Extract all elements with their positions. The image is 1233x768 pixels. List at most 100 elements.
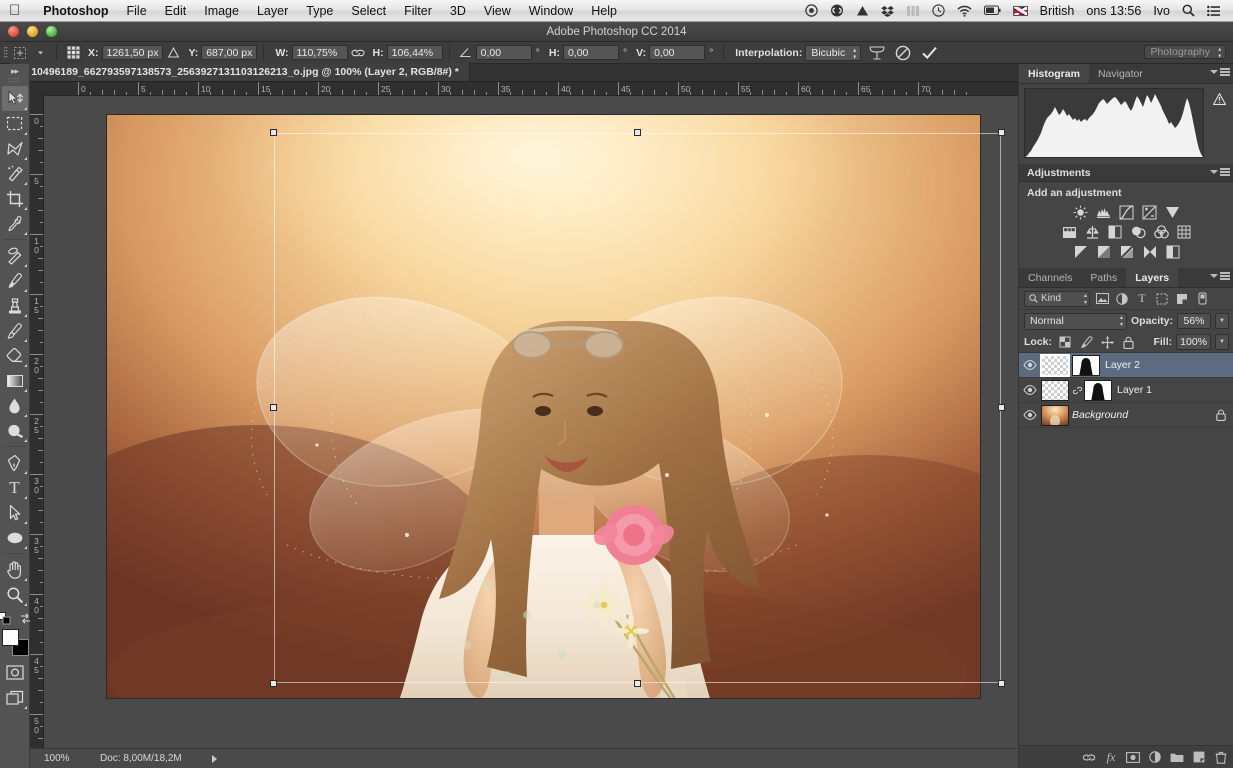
layer-mask-link-icon[interactable] — [1072, 385, 1082, 396]
marquee-tool[interactable] — [2, 111, 28, 136]
menu-filter[interactable]: Filter — [395, 4, 441, 18]
gradient-tool[interactable] — [2, 368, 28, 393]
menu-type[interactable]: Type — [297, 4, 342, 18]
new-group-icon[interactable] — [1170, 752, 1184, 763]
angle-icon[interactable] — [456, 44, 476, 62]
levels-adjustment-icon[interactable] — [1095, 204, 1113, 220]
tab-paths[interactable]: Paths — [1081, 268, 1126, 287]
search-icon[interactable] — [1176, 4, 1201, 17]
layer-visibility-toggle[interactable] — [1019, 360, 1041, 370]
tab-histogram[interactable]: Histogram — [1019, 64, 1089, 83]
google-drive-icon[interactable] — [850, 5, 875, 17]
quick-mask-button[interactable] — [2, 660, 28, 685]
keyboard-layout-label[interactable]: British — [1034, 4, 1081, 18]
layer-mask-thumbnail[interactable] — [1072, 354, 1100, 376]
filter-smart-object-icon[interactable] — [1174, 291, 1190, 307]
layer-visibility-toggle[interactable] — [1019, 385, 1041, 395]
brush-tool[interactable] — [2, 268, 28, 293]
panel-menu-icon[interactable] — [1210, 68, 1230, 76]
swap-colors-icon[interactable] — [19, 612, 32, 625]
dodge-tool[interactable] — [2, 418, 28, 443]
dropbox-icon[interactable] — [875, 5, 900, 17]
vertical-ruler[interactable]: 0 5 10 15 20 25 30 35 40 45 50 — [30, 96, 44, 748]
menu-select[interactable]: Select — [342, 4, 395, 18]
reference-point-icon[interactable] — [63, 44, 83, 62]
curves-adjustment-icon[interactable] — [1118, 204, 1136, 220]
eyedropper-tool[interactable] — [2, 211, 28, 236]
user-name[interactable]: Ivo — [1147, 4, 1176, 18]
clock[interactable]: ons 13:56 — [1080, 4, 1147, 18]
gradient-map-adjustment-icon[interactable] — [1141, 244, 1159, 260]
default-colors-icon[interactable] — [0, 612, 11, 625]
sliders-icon[interactable] — [900, 5, 926, 17]
layer-thumbnail[interactable] — [1040, 353, 1070, 377]
path-selection-tool[interactable] — [2, 500, 28, 525]
canvas-scroll-area[interactable]: ivo PHOTOGRAPHY — [44, 96, 1018, 748]
menu-window[interactable]: Window — [520, 4, 582, 18]
threshold-adjustment-icon[interactable] — [1118, 244, 1136, 260]
new-adjustment-layer-icon[interactable] — [1148, 751, 1162, 763]
menu-file[interactable]: File — [118, 4, 156, 18]
ruler-corner[interactable] — [30, 82, 44, 96]
move-tool[interactable] — [1, 86, 28, 111]
angle-field[interactable]: 0,00 — [475, 45, 532, 60]
cached-data-warning-icon[interactable] — [1213, 93, 1226, 105]
layer-name[interactable]: Layer 1 — [1117, 384, 1152, 396]
posterize-adjustment-icon[interactable] — [1095, 244, 1113, 260]
adjustments-title[interactable]: Adjustments — [1027, 167, 1091, 179]
apple-icon[interactable]:  — [9, 3, 20, 18]
tool-preset-dropdown[interactable] — [30, 44, 50, 62]
warp-mode-icon[interactable] — [867, 44, 887, 62]
brightness-contrast-adjustment-icon[interactable] — [1072, 204, 1090, 220]
bottom-right-handle[interactable] — [998, 680, 1005, 687]
pen-tool[interactable] — [2, 450, 28, 475]
ellipse-tool[interactable] — [2, 525, 28, 550]
h-field[interactable]: 106,44% — [386, 45, 443, 60]
opacity-field[interactable]: 56% — [1177, 313, 1211, 329]
layer-filter-kind-dropdown[interactable]: Kind — [1024, 290, 1090, 307]
invert-adjustment-icon[interactable] — [1072, 244, 1090, 260]
document-tab[interactable]: ✕ 10496189_662793597138573_2563927131103… — [10, 63, 470, 81]
link-layers-icon[interactable] — [1082, 752, 1096, 763]
fill-stepper[interactable]: ▼ — [1215, 334, 1229, 350]
tab-navigator[interactable]: Navigator — [1089, 64, 1152, 83]
filter-adjustment-icon[interactable] — [1114, 291, 1130, 307]
layer-visibility-toggle[interactable] — [1019, 410, 1041, 420]
options-bar-grip[interactable] — [0, 42, 10, 64]
opacity-stepper[interactable]: ▼ — [1215, 313, 1229, 329]
hue-saturation-adjustment-icon[interactable] — [1060, 224, 1078, 240]
battery-icon[interactable] — [978, 5, 1007, 16]
photo-filter-adjustment-icon[interactable] — [1129, 224, 1147, 240]
color-lookup-adjustment-icon[interactable] — [1175, 224, 1193, 240]
top-right-handle[interactable] — [998, 129, 1005, 136]
menu-view[interactable]: View — [475, 4, 520, 18]
spot-healing-tool[interactable] — [2, 243, 28, 268]
lock-all-icon[interactable] — [1120, 334, 1136, 350]
delta-icon[interactable] — [163, 44, 183, 62]
history-brush-tool[interactable] — [2, 318, 28, 343]
eraser-tool[interactable] — [2, 343, 28, 368]
black-white-adjustment-icon[interactable] — [1106, 224, 1124, 240]
zoom-tool[interactable] — [2, 582, 28, 607]
layer-name[interactable]: Background — [1072, 409, 1128, 421]
color-swatches[interactable] — [1, 628, 29, 656]
tab-channels[interactable]: Channels — [1019, 268, 1081, 287]
lock-image-pixels-icon[interactable] — [1078, 334, 1094, 350]
lock-transparent-pixels-icon[interactable] — [1057, 334, 1073, 350]
menu-3d[interactable]: 3D — [441, 4, 475, 18]
workspace-dropdown[interactable]: Photography — [1144, 45, 1226, 59]
interpolation-dropdown[interactable]: Bicubic — [805, 44, 862, 61]
menu-help[interactable]: Help — [582, 4, 626, 18]
filter-toggle-icon[interactable] — [1194, 291, 1210, 307]
hand-tool[interactable] — [2, 557, 28, 582]
zoom-level-field[interactable]: 100% — [30, 753, 86, 764]
delete-layer-icon[interactable] — [1214, 751, 1228, 764]
menu-image[interactable]: Image — [195, 4, 248, 18]
panel-menu-icon[interactable] — [1210, 272, 1230, 280]
layer-row-layer-2[interactable]: Layer 2 — [1019, 353, 1233, 378]
color-balance-adjustment-icon[interactable] — [1083, 224, 1101, 240]
time-machine-icon[interactable] — [926, 4, 951, 17]
blur-tool[interactable] — [2, 393, 28, 418]
layer-mask-thumbnail[interactable] — [1084, 379, 1112, 401]
wifi-icon[interactable] — [951, 5, 978, 17]
